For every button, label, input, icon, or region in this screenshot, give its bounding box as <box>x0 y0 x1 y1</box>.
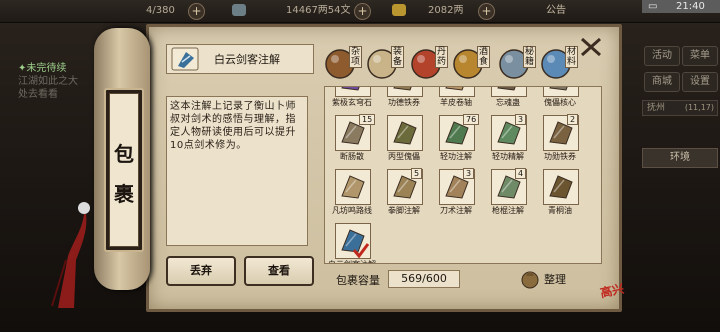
tab-misc-label[interactable]: 杂项 <box>349 46 362 68</box>
item-icon <box>393 87 412 91</box>
gold-value: 2082两 <box>428 5 464 16</box>
clock-bar: ▭ 21:40 <box>642 0 720 13</box>
capacity-label: 包裹容量 <box>336 274 380 287</box>
silver-icon <box>232 4 246 16</box>
item-slot[interactable] <box>543 169 579 205</box>
tab-material-label[interactable]: 材料 <box>565 46 578 68</box>
item-count: 15 <box>359 114 376 125</box>
item-label: 功勋铁券 <box>544 152 576 161</box>
item-label: 忘魂蛊 <box>496 98 520 107</box>
selected-check-icon <box>352 243 370 258</box>
quest-tracker[interactable]: ✦未完待续 江湖如此之大 处去看看 <box>18 62 78 101</box>
location-name: 抚州 <box>647 103 666 113</box>
settings-button[interactable]: 设置 <box>682 72 718 92</box>
item-count: 3 <box>463 168 475 179</box>
item-count: 2 <box>567 114 579 125</box>
sort-label[interactable]: 整理 <box>544 271 566 287</box>
silver-value: 14467两54文 <box>286 5 351 16</box>
menu-button[interactable]: 菜单 <box>682 46 718 66</box>
item-label: 枪棍注解 <box>492 206 524 215</box>
inventory-grid: 紫极玄穹石 功德铁券 羊皮卷轴 忘魂蛊 傀儡核心 15 断肠散 丙型傀儡 76 轻功注解 3 轻功精解… <box>324 86 602 264</box>
tab-food-label[interactable]: 酒食 <box>477 46 490 68</box>
item-label: 轻功精解 <box>492 152 524 161</box>
item-slot[interactable] <box>335 169 371 205</box>
clock-time: 21:40 <box>676 1 705 12</box>
quest-title: ✦未完待续 <box>18 63 67 74</box>
item-icon <box>393 121 417 145</box>
shop-button[interactable]: 商城 <box>644 72 680 92</box>
item-label: 轻功注解 <box>440 152 472 161</box>
item-slot[interactable] <box>439 87 475 97</box>
tab-manual-label[interactable]: 秘籍 <box>523 46 536 68</box>
item-icon <box>549 87 568 91</box>
location-bar: 抚州 (11,17) <box>642 100 718 116</box>
view-button[interactable]: 查看 <box>244 256 314 286</box>
item-label: 傀儡核心 <box>544 98 576 107</box>
item-label: 羊皮卷轴 <box>440 98 472 107</box>
item-label: 刀术注解 <box>440 206 472 215</box>
item-description: 这本注解上记录了衡山卜师叔对剑术的感悟与理解，指定人物研读使用后可以提升10点剑… <box>170 101 296 151</box>
item-icon <box>341 175 365 199</box>
item-slot[interactable] <box>491 87 527 97</box>
item-icon <box>445 87 464 91</box>
gold-icon <box>392 4 406 16</box>
item-count: 5 <box>411 168 423 179</box>
environment-button[interactable]: 环境 <box>642 148 718 168</box>
tab-equipment-label[interactable]: 装备 <box>391 46 404 68</box>
add-gold-button[interactable]: + <box>478 3 495 20</box>
add-stamina-button[interactable]: + <box>188 3 205 20</box>
stamina-value: 4/380 <box>146 5 175 16</box>
item-slot[interactable] <box>387 115 423 151</box>
item-label: 拳脚注解 <box>388 206 420 215</box>
item-label: 功德铁券 <box>388 98 420 107</box>
item-count: 76 <box>463 114 480 125</box>
selected-item-name: 白云剑客注解 <box>214 53 280 66</box>
announcement-button[interactable]: 公告 <box>546 3 566 19</box>
item-icon <box>341 87 360 91</box>
item-count: 3 <box>515 114 527 125</box>
discard-button[interactable]: 丢弃 <box>166 256 236 286</box>
bag-title-char-2: 裹 <box>114 182 134 206</box>
quest-desc-line-2: 处去看看 <box>18 89 58 100</box>
bag-title-plate: 包 裹 <box>104 88 144 252</box>
item-count: 4 <box>515 168 527 179</box>
battery-icon: ▭ <box>648 1 658 12</box>
activity-button[interactable]: 活动 <box>644 46 680 66</box>
bag-title-char-1: 包 <box>114 142 134 166</box>
item-label: 白云剑客注解 <box>325 259 382 263</box>
tab-pill-label[interactable]: 丹药 <box>435 46 448 68</box>
location-coords: (11,17) <box>684 103 714 112</box>
item-slot[interactable] <box>387 87 423 97</box>
item-label: 丙型傀儡 <box>388 152 420 161</box>
item-icon <box>549 175 573 199</box>
item-icon <box>497 87 516 91</box>
add-silver-button[interactable]: + <box>354 3 371 20</box>
item-slot[interactable] <box>335 223 371 259</box>
capacity-value: 569/600 <box>388 270 460 288</box>
item-label: 青桐油 <box>548 206 572 215</box>
quest-desc-line-1: 江湖如此之大 <box>18 76 78 87</box>
item-slot[interactable] <box>543 87 579 97</box>
top-status-bar: 4/380 + 14467两54文 + 2082两 + 公告 ▭ 21:40 <box>0 0 720 23</box>
selected-item-icon <box>171 47 199 71</box>
item-slot[interactable] <box>335 87 371 97</box>
close-icon[interactable] <box>579 36 603 58</box>
